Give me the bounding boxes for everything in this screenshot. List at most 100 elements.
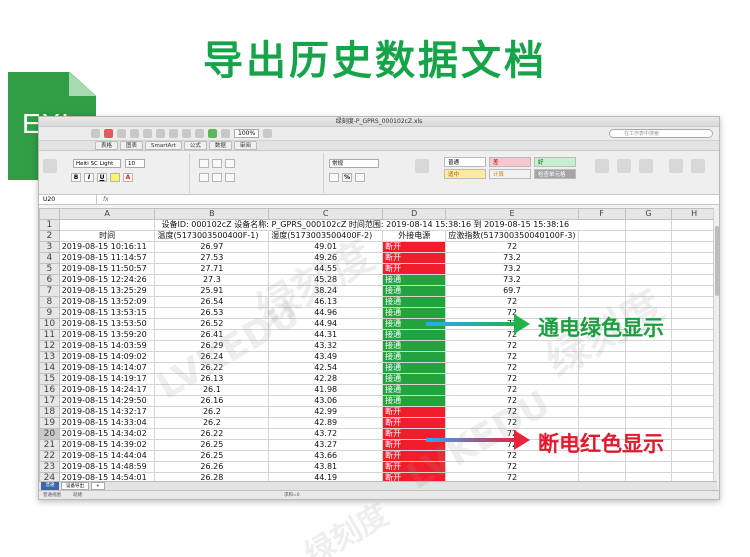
cell-g[interactable] <box>624 406 673 418</box>
row-header[interactable]: 3 <box>39 241 60 253</box>
add-sheet-button[interactable]: + <box>91 482 105 490</box>
style-normal[interactable]: 普通 <box>444 157 486 167</box>
cell-h[interactable] <box>671 241 717 253</box>
cell-g[interactable] <box>624 351 673 363</box>
indent-right-button[interactable] <box>212 173 222 182</box>
cell-h[interactable] <box>671 318 717 330</box>
cell-time[interactable]: 2019-08-15 13:52:09 <box>58 296 156 308</box>
cell-temperature[interactable]: 26.16 <box>154 395 270 407</box>
cell-humidity[interactable]: 42.89 <box>268 417 384 429</box>
font-color-button[interactable]: A <box>123 173 133 182</box>
cell-h[interactable] <box>671 252 717 264</box>
tab-tables[interactable]: 表格 <box>95 141 119 150</box>
cell-f[interactable] <box>577 241 626 253</box>
cell-time[interactable]: 2019-08-15 11:50:57 <box>58 263 156 275</box>
percent-button[interactable]: % <box>342 173 352 182</box>
cell-h[interactable] <box>671 450 717 462</box>
cell-humidity[interactable]: 43.06 <box>268 395 384 407</box>
cell-stress-index[interactable]: 73.2 <box>445 274 579 286</box>
cell-stress-index[interactable]: 72 <box>445 340 579 352</box>
italic-button[interactable]: I <box>84 173 94 182</box>
cell-humidity[interactable]: 43.66 <box>268 450 384 462</box>
row-header[interactable]: 8 <box>39 296 60 308</box>
cell-f[interactable] <box>577 406 626 418</box>
cell-f[interactable] <box>577 285 626 297</box>
cell-f[interactable] <box>577 351 626 363</box>
paste-large-icon[interactable] <box>43 159 57 173</box>
cell-external-power[interactable]: 接通 <box>382 274 447 286</box>
cell-g2[interactable] <box>624 230 673 242</box>
cell-stress-index[interactable]: 72 <box>445 461 579 473</box>
row-header[interactable]: 19 <box>39 417 60 429</box>
conditional-format-icon[interactable] <box>415 159 429 173</box>
format-painter-icon[interactable] <box>143 129 152 138</box>
tab-smartart[interactable]: SmartArt <box>145 141 182 150</box>
indent-left-button[interactable] <box>199 173 209 182</box>
cell-time[interactable]: 2019-08-15 14:29:50 <box>58 395 156 407</box>
header-stress-index[interactable]: 应激指数(517300350040100F-3) <box>445 230 579 242</box>
cell-a1[interactable] <box>58 219 156 231</box>
row-header[interactable]: 6 <box>39 274 60 286</box>
cell-time[interactable]: 2019-08-15 14:48:59 <box>58 461 156 473</box>
row-header[interactable]: 2 <box>39 230 60 242</box>
cell-temperature[interactable]: 25.91 <box>154 285 270 297</box>
cell-h[interactable] <box>671 329 717 341</box>
cell-f[interactable] <box>577 274 626 286</box>
cell-humidity[interactable]: 45.28 <box>268 274 384 286</box>
cell-temperature[interactable]: 26.2 <box>154 406 270 418</box>
row-header[interactable]: 9 <box>39 307 60 319</box>
cell-h[interactable] <box>671 373 717 385</box>
row-header[interactable]: 7 <box>39 285 60 297</box>
cell-stress-index[interactable]: 72 <box>445 241 579 253</box>
paste-icon[interactable] <box>130 129 139 138</box>
help-icon[interactable] <box>263 129 273 138</box>
cell-temperature[interactable]: 27.53 <box>154 252 270 264</box>
cell-time[interactable]: 2019-08-15 14:09:02 <box>58 351 156 363</box>
cell-h[interactable] <box>671 406 717 418</box>
cell-time[interactable]: 2019-08-15 14:19:17 <box>58 373 156 385</box>
cell-stress-index[interactable]: 72 <box>445 362 579 374</box>
row-header[interactable]: 18 <box>39 406 60 418</box>
cell-external-power[interactable]: 接通 <box>382 373 447 385</box>
cell-humidity[interactable]: 44.31 <box>268 329 384 341</box>
row-header[interactable]: 11 <box>39 329 60 341</box>
cell-temperature[interactable]: 26.25 <box>154 450 270 462</box>
cell-humidity[interactable]: 44.94 <box>268 318 384 330</box>
cell-stress-index[interactable]: 72 <box>445 406 579 418</box>
cell-stress-index[interactable]: 73.2 <box>445 263 579 275</box>
cell-g[interactable] <box>624 285 673 297</box>
sidebar-icon[interactable] <box>221 129 230 138</box>
save-icon[interactable] <box>91 129 100 138</box>
select-all-corner[interactable] <box>39 208 60 220</box>
cell-humidity[interactable]: 43.81 <box>268 461 384 473</box>
align-left-button[interactable] <box>199 159 209 168</box>
cell-temperature[interactable]: 26.29 <box>154 340 270 352</box>
cell-external-power[interactable]: 断开 <box>382 417 447 429</box>
cell-h[interactable] <box>671 439 717 451</box>
cell-time[interactable]: 2019-08-15 14:24:17 <box>58 384 156 396</box>
cell-external-power[interactable]: 接通 <box>382 362 447 374</box>
cell-f[interactable] <box>577 296 626 308</box>
cell-time[interactable]: 2019-08-15 10:16:11 <box>58 241 156 253</box>
header-external-power[interactable]: 外接电源 <box>382 230 447 242</box>
name-box[interactable]: U20 <box>39 194 97 205</box>
row-header[interactable]: 21 <box>39 439 60 451</box>
row-header[interactable]: 20 <box>39 428 60 440</box>
cell-external-power[interactable]: 断开 <box>382 406 447 418</box>
cell-stress-index[interactable]: 73.2 <box>445 252 579 264</box>
row-header[interactable]: 22 <box>39 450 60 462</box>
column-header-c[interactable]: C <box>268 208 384 220</box>
cell-g[interactable] <box>624 252 673 264</box>
cell-f[interactable] <box>577 340 626 352</box>
cell-humidity[interactable]: 43.32 <box>268 340 384 352</box>
style-calculation[interactable]: 计算 <box>489 169 531 179</box>
tab-charts[interactable]: 图表 <box>120 141 144 150</box>
cell-h[interactable] <box>671 351 717 363</box>
cell-temperature[interactable]: 26.24 <box>154 351 270 363</box>
cell-temperature[interactable]: 27.3 <box>154 274 270 286</box>
themes-icon[interactable] <box>669 159 683 173</box>
cell-h2[interactable] <box>671 230 717 242</box>
column-header-d[interactable]: D <box>382 208 447 220</box>
cell-g[interactable] <box>624 296 673 308</box>
cell-f[interactable] <box>577 417 626 429</box>
